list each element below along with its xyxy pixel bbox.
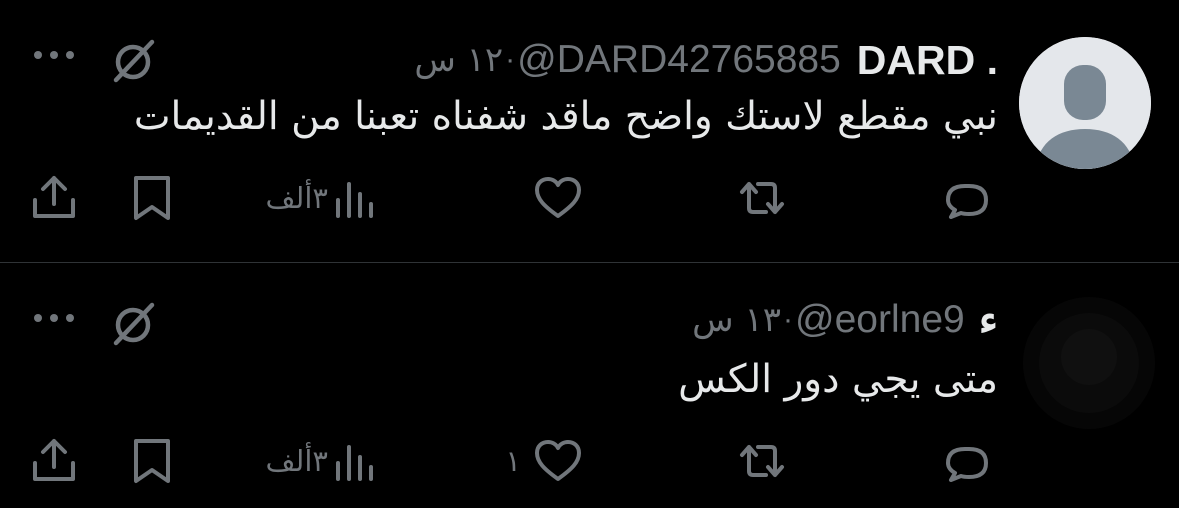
bookmark-icon[interactable] (126, 435, 178, 487)
user-handle[interactable]: @eorlne9 (795, 298, 965, 342)
more-icon[interactable] (30, 303, 78, 333)
views-count: ٣ألف (265, 444, 329, 478)
tweet-text: متى يجي دور الكس (678, 357, 998, 402)
like-icon[interactable] (532, 172, 584, 224)
tweet[interactable]: ١٢ س · @DARD42765885 DARD . نبي مقطع لاس… (0, 0, 1179, 262)
user-handle[interactable]: @DARD42765885 (517, 38, 841, 82)
tweet-text: نبي مقطع لاستك واضح ماقد شفناه تعبنا من … (133, 94, 998, 139)
tweet-header: ١٣ س · @eorlne9 ء (692, 296, 998, 344)
tweet-time[interactable]: ١٣ س (692, 300, 781, 340)
separator-dot: · (505, 43, 516, 76)
default-avatar-icon (1019, 37, 1151, 169)
share-icon[interactable] (28, 172, 80, 224)
tweet-header: ١٢ س · @DARD42765885 DARD . (414, 36, 998, 84)
reply-icon[interactable] (941, 172, 993, 224)
reply-icon[interactable] (941, 435, 993, 487)
avatar[interactable] (1023, 297, 1155, 429)
retweet-icon[interactable] (736, 172, 788, 224)
views-count: ٣ألف (265, 181, 329, 215)
dark-photo-avatar (1023, 297, 1155, 429)
retweet-icon[interactable] (736, 435, 788, 487)
views-icon[interactable] (330, 435, 382, 487)
tweet[interactable]: ١٣ س · @eorlne9 ء متى يجي دور الكس ١ ٣أل… (0, 263, 1179, 508)
display-name[interactable]: DARD . (857, 37, 998, 84)
tweet-time[interactable]: ١٢ س (414, 40, 503, 80)
avatar[interactable] (1019, 37, 1151, 169)
bookmark-icon[interactable] (126, 172, 178, 224)
views-icon[interactable] (330, 172, 382, 224)
more-icon[interactable] (30, 40, 78, 70)
separator-dot: · (783, 303, 794, 336)
display-name[interactable]: ء (979, 296, 998, 344)
share-icon[interactable] (28, 435, 80, 487)
grok-icon[interactable] (108, 299, 158, 349)
like-count: ١ (505, 444, 521, 478)
like-icon[interactable] (532, 435, 584, 487)
grok-icon[interactable] (108, 36, 158, 86)
